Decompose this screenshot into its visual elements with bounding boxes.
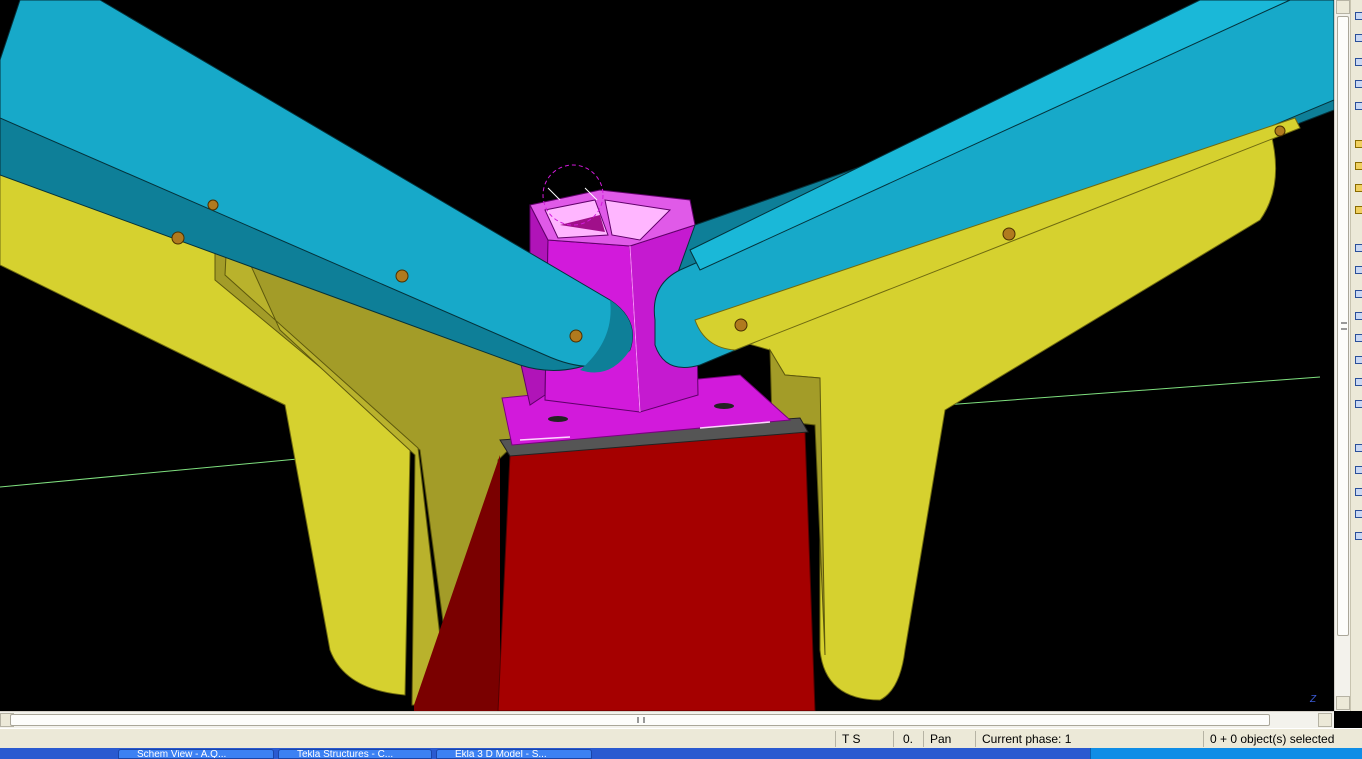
- bolt-4[interactable]: [569, 329, 583, 343]
- steel-column-face[interactable]: [497, 431, 816, 711]
- bolt-7[interactable]: [1274, 125, 1286, 137]
- horizontal-scroll-thumb[interactable]: [10, 714, 1270, 726]
- model-viewport[interactable]: [0, 0, 1334, 711]
- scroll-right-button[interactable]: [1318, 713, 1332, 727]
- toolbar-delete-icon[interactable]: [1355, 378, 1362, 386]
- bolt-3[interactable]: [395, 269, 409, 283]
- toolbar-snap-icon[interactable]: [1355, 140, 1362, 148]
- vertical-scrollbar[interactable]: [1334, 0, 1350, 711]
- toolbar-zoom-icon[interactable]: [1355, 58, 1362, 66]
- toolbar-beam-icon[interactable]: [1355, 444, 1362, 452]
- toolbar-mirror-icon[interactable]: [1355, 356, 1362, 364]
- horizontal-scroll-grip: [637, 717, 645, 723]
- application-window: Z T S 0. Pan Current phase: 1 0 + 0 obje…: [0, 0, 1362, 759]
- 3d-model-canvas[interactable]: [0, 0, 1334, 711]
- toolbar-filter-icon[interactable]: [1355, 266, 1362, 274]
- scroll-up-button[interactable]: [1336, 0, 1350, 14]
- anchor-hole-left: [548, 416, 568, 422]
- taskbar-item-2[interactable]: Tekla Structures - C...: [278, 749, 432, 759]
- toolbar-select-icon[interactable]: [1355, 102, 1362, 110]
- vertical-scroll-grip: [1341, 322, 1347, 330]
- toolbar-bolt-icon[interactable]: [1355, 510, 1362, 518]
- status-bar: T S 0. Pan Current phase: 1 0 + 0 object…: [0, 728, 1362, 748]
- axis-indicator: Z: [1310, 694, 1317, 705]
- taskbar-item-1[interactable]: Schem View - A.Q...: [118, 749, 274, 759]
- vertical-scroll-thumb[interactable]: [1337, 16, 1349, 636]
- status-current-phase[interactable]: Current phase: 1: [975, 731, 1203, 747]
- toolbar-snap-end-icon[interactable]: [1355, 162, 1362, 170]
- status-mode: Pan: [923, 731, 975, 747]
- toolbar-plate-icon[interactable]: [1355, 488, 1362, 496]
- toolbar-copy-icon[interactable]: [1355, 312, 1362, 320]
- bolt-6[interactable]: [1002, 227, 1016, 241]
- horizontal-scrollbar[interactable]: [0, 711, 1334, 728]
- status-selection-count: 0 + 0 object(s) selected: [1203, 731, 1362, 747]
- windows-taskbar: Schem View - A.Q... Tekla Structures - C…: [0, 748, 1362, 759]
- bolt-5[interactable]: [734, 318, 748, 332]
- toolbar-pan-icon[interactable]: [1355, 80, 1362, 88]
- taskbar-item-3[interactable]: Ekla 3 D Model - S...: [436, 749, 592, 759]
- toolbar-weld-icon[interactable]: [1355, 532, 1362, 540]
- work-point-cross-1: [547, 187, 561, 201]
- toolbar-move-icon[interactable]: [1355, 334, 1362, 342]
- status-snap-ts[interactable]: T S: [835, 731, 893, 747]
- toolbar-rotate-icon[interactable]: [1355, 34, 1362, 42]
- bolt-2[interactable]: [171, 231, 185, 245]
- status-value: 0.: [893, 731, 923, 747]
- anchor-hole-right: [714, 403, 734, 409]
- bolt-1[interactable]: [207, 199, 219, 211]
- toolbar-lock-icon[interactable]: [1355, 290, 1362, 298]
- right-toolbar: [1350, 0, 1362, 711]
- toolbar-column-icon[interactable]: [1355, 466, 1362, 474]
- system-tray[interactable]: [1090, 748, 1362, 759]
- toolbar-measure-icon[interactable]: [1355, 244, 1362, 252]
- scroll-down-button[interactable]: [1336, 696, 1350, 710]
- toolbar-snap-mid-icon[interactable]: [1355, 184, 1362, 192]
- toolbar-properties-icon[interactable]: [1355, 400, 1362, 408]
- toolbar-view-icon[interactable]: [1355, 12, 1362, 20]
- toolbar-snap-center-icon[interactable]: [1355, 206, 1362, 214]
